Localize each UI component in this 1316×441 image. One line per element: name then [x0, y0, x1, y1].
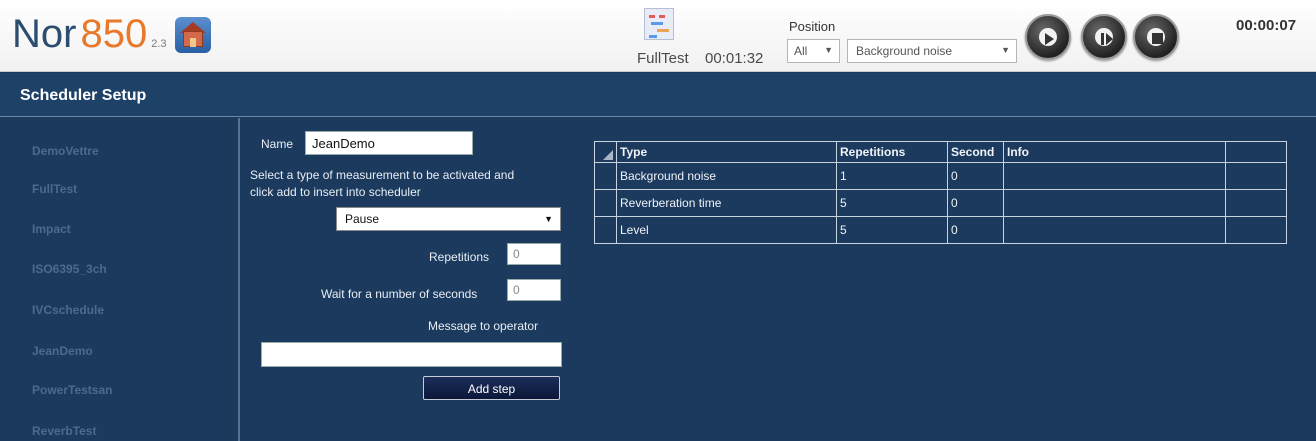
measurement-select[interactable]: Background noise ▼ [847, 39, 1017, 63]
stop-button[interactable] [1133, 14, 1179, 60]
row-selector[interactable] [594, 216, 617, 244]
cell-repetitions[interactable]: 1 [836, 162, 948, 190]
cell-info[interactable] [1003, 189, 1226, 217]
chevron-down-icon: ▼ [544, 214, 553, 224]
schedule-list: DemoVettre FullTest Impact ISO6395_3ch I… [0, 118, 240, 441]
sidebar-item-ivcschedule[interactable]: IVCschedule [32, 303, 104, 317]
measurement-select-value: Background noise [856, 44, 953, 58]
top-bar: Nor 850 2.3 FullTest 00:01:32 Position A… [0, 0, 1316, 72]
sidebar-divider [238, 118, 240, 441]
measurement-type-select[interactable]: Pause ▼ [336, 207, 561, 231]
cell-info[interactable] [1003, 162, 1226, 190]
cell-info[interactable] [1003, 216, 1226, 244]
position-select[interactable]: All ▼ [787, 39, 840, 63]
sidebar-item-fulltest[interactable]: FullTest [32, 182, 77, 196]
instruction-line-1: Select a type of measurement to be activ… [250, 168, 515, 182]
wait-seconds-input[interactable]: 0 [507, 279, 561, 301]
play-button[interactable] [1025, 14, 1071, 60]
cell-second[interactable]: 0 [947, 162, 1004, 190]
column-header-info[interactable]: Info [1003, 141, 1226, 163]
active-test-name: FullTest [637, 50, 689, 67]
table-row[interactable]: Level 5 0 [594, 216, 1287, 244]
table-row[interactable]: Reverberation time 5 0 [594, 189, 1287, 217]
message-label: Message to operator [428, 319, 539, 333]
elapsed-timer: 00:00:07 [1236, 17, 1297, 34]
app-version: 2.3 [151, 38, 167, 50]
sidebar-item-powertestsan[interactable]: PowerTestsan [32, 383, 112, 397]
repetitions-input[interactable]: 0 [507, 243, 561, 265]
column-header-extra [1225, 141, 1287, 163]
sidebar-item-jeandemo[interactable]: JeanDemo [32, 344, 93, 358]
name-label: Name [261, 137, 294, 151]
pause-play-button[interactable] [1081, 14, 1127, 60]
add-step-button[interactable]: Add step [423, 376, 560, 400]
sidebar-item-impact[interactable]: Impact [32, 222, 71, 236]
cell-extra [1225, 216, 1287, 244]
cell-second[interactable]: 0 [947, 216, 1004, 244]
active-test-time: 00:01:32 [705, 50, 764, 67]
position-label: Position [789, 19, 836, 34]
cell-second[interactable]: 0 [947, 189, 1004, 217]
cell-type[interactable]: Level [616, 216, 837, 244]
app-name-number: 850 [80, 12, 148, 56]
column-header-second[interactable]: Second [947, 141, 1004, 163]
sidebar-item-demovettre[interactable]: DemoVettre [32, 144, 99, 158]
cell-type[interactable]: Background noise [616, 162, 837, 190]
chevron-down-icon: ▼ [824, 45, 833, 55]
instruction-line-2: click add to insert into scheduler [250, 185, 421, 199]
table-header-row: Type Repetitions Second Info [594, 141, 1287, 163]
app-logo: Nor 850 2.3 [12, 14, 211, 54]
sidebar-item-iso6395[interactable]: ISO6395_3ch [32, 262, 107, 276]
measurement-type-value: Pause [345, 212, 380, 226]
wait-seconds-label: Wait for a number of seconds [321, 287, 478, 301]
repetitions-label: Repetitions [429, 250, 490, 264]
schedule-icon[interactable] [644, 8, 674, 40]
app-name-nor: Nor [12, 12, 77, 56]
select-all-corner[interactable] [594, 141, 617, 163]
sidebar-item-reverbtest[interactable]: ReverbTest [32, 424, 96, 438]
cell-extra [1225, 189, 1287, 217]
home-icon[interactable] [174, 17, 211, 53]
position-select-value: All [794, 44, 808, 58]
cell-type[interactable]: Reverberation time [616, 189, 837, 217]
message-input[interactable] [261, 342, 562, 367]
schedule-name-input[interactable]: JeanDemo [305, 131, 473, 155]
table-row[interactable]: Background noise 1 0 [594, 162, 1287, 190]
title-bar: Scheduler Setup [0, 73, 1316, 117]
cell-repetitions[interactable]: 5 [836, 189, 948, 217]
row-selector[interactable] [594, 162, 617, 190]
cell-repetitions[interactable]: 5 [836, 216, 948, 244]
column-header-repetitions[interactable]: Repetitions [836, 141, 948, 163]
row-selector[interactable] [594, 189, 617, 217]
cell-extra [1225, 162, 1287, 190]
schedule-table: Type Repetitions Second Info Background … [594, 141, 1287, 244]
column-header-type[interactable]: Type [616, 141, 837, 163]
chevron-down-icon: ▼ [1001, 45, 1010, 55]
page-title: Scheduler Setup [20, 87, 147, 104]
